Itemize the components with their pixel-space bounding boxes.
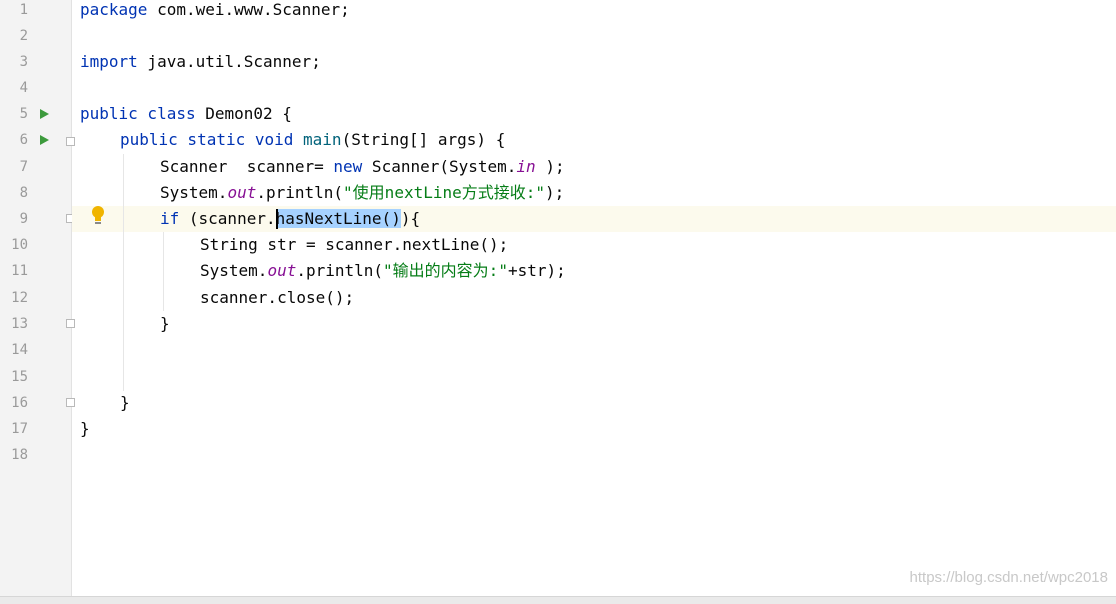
line-number: 8 <box>19 185 28 201</box>
line-number: 1 <box>19 2 28 18</box>
code-text: (scanner. <box>179 209 276 228</box>
code-line[interactable]: if (scanner.hasNextLine()){ <box>160 206 420 232</box>
text-caret <box>275 208 278 229</box>
static-field: out <box>227 183 257 202</box>
code-line[interactable]: System.out.println("使用nextLine方式接收:"); <box>160 180 564 206</box>
line-number: 7 <box>19 159 28 175</box>
keyword: public static void <box>120 130 294 149</box>
line-number: 14 <box>11 342 28 358</box>
keyword: new <box>333 157 363 176</box>
line-number: 6 <box>19 132 28 148</box>
code-text: (String[] args) { <box>341 130 506 149</box>
keyword: if <box>160 209 180 228</box>
code-text: Scanner(System. <box>362 157 517 176</box>
line-number: 11 <box>11 263 28 279</box>
static-field: out <box>267 261 297 280</box>
code-text: } <box>120 393 130 412</box>
code-line[interactable]: Scanner scanner= new Scanner(System.in )… <box>160 154 565 180</box>
keyword: package <box>80 0 148 19</box>
code-text: ){ <box>400 209 421 228</box>
code-text: Demon02 { <box>195 104 292 123</box>
run-triangle-icon[interactable] <box>40 109 49 119</box>
line-number: 10 <box>11 237 28 253</box>
fold-marker-icon[interactable] <box>66 137 75 146</box>
line-number: 5 <box>19 106 28 122</box>
code-text: } <box>160 314 170 333</box>
code-text: } <box>80 419 90 438</box>
code-text: +str); <box>507 261 566 280</box>
code-editor[interactable]: 1 2 3 4 5 6 7 8 9 10 11 12 13 14 15 16 1… <box>0 0 1116 596</box>
keyword: import <box>80 52 138 71</box>
indent-guide <box>123 154 124 391</box>
code-text: ); <box>545 183 565 202</box>
code-line[interactable]: String str = scanner.nextLine(); <box>200 232 508 258</box>
line-number: 12 <box>11 290 28 306</box>
line-number: 13 <box>11 316 28 332</box>
code-line[interactable]: package com.wei.www.Scanner; <box>80 0 350 23</box>
keyword: public class <box>80 104 196 123</box>
static-field: in <box>516 157 536 176</box>
string-literal: "输出的内容为:" <box>383 261 508 280</box>
code-text: .println( <box>296 261 384 280</box>
line-number: 15 <box>11 369 28 385</box>
lightbulb-icon[interactable] <box>90 205 106 225</box>
code-line[interactable]: } <box>160 311 170 337</box>
code-text: System. <box>160 183 228 202</box>
code-line[interactable]: import java.util.Scanner; <box>80 49 321 75</box>
line-number: 17 <box>11 421 28 437</box>
line-number: 3 <box>19 54 28 70</box>
code-text: .println( <box>256 183 344 202</box>
code-line[interactable]: public class Demon02 { <box>80 101 292 127</box>
code-line[interactable]: } <box>120 390 130 416</box>
method-name: main <box>303 130 342 149</box>
code-text: scanner.close(); <box>200 288 355 307</box>
code-text: Scanner scanner= <box>160 157 334 176</box>
fold-marker-icon[interactable] <box>66 398 75 407</box>
selected-text[interactable]: hasNextLine() <box>275 209 401 228</box>
indent-guide <box>163 232 164 311</box>
code-line[interactable]: scanner.close(); <box>200 285 354 311</box>
line-number: 16 <box>11 395 28 411</box>
code-line[interactable]: public static void main(String[] args) { <box>120 127 505 153</box>
fold-marker-icon[interactable] <box>66 319 75 328</box>
run-triangle-icon[interactable] <box>40 135 49 145</box>
code-line[interactable]: } <box>80 416 90 442</box>
code-text: ); <box>535 157 565 176</box>
code-line[interactable]: System.out.println("输出的内容为:"+str); <box>200 258 566 284</box>
line-number: 9 <box>19 211 28 227</box>
code-text: System. <box>200 261 268 280</box>
line-number: 18 <box>11 447 28 463</box>
editor-gutter[interactable]: 1 2 3 4 5 6 7 8 9 10 11 12 13 14 15 16 1… <box>0 0 75 596</box>
string-literal: "使用nextLine方式接收:" <box>343 183 546 202</box>
code-text: com.wei.www.Scanner; <box>147 0 350 19</box>
code-text: java.util.Scanner; <box>137 52 321 71</box>
line-number: 2 <box>19 28 28 44</box>
line-number: 4 <box>19 80 28 96</box>
code-text: String str = scanner.nextLine(); <box>200 235 509 254</box>
watermark: https://blog.csdn.net/wpc2018 <box>909 569 1108 586</box>
